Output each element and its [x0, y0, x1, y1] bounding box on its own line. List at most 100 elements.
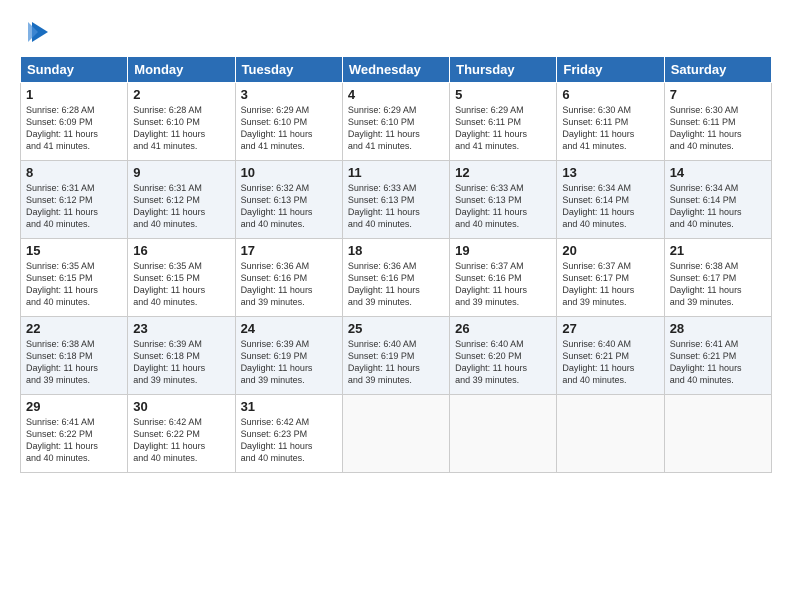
calendar-cell — [450, 395, 557, 473]
day-info: Sunrise: 6:40 AM Sunset: 6:21 PM Dayligh… — [562, 338, 658, 387]
day-number: 12 — [455, 165, 551, 180]
day-number: 31 — [241, 399, 337, 414]
day-info: Sunrise: 6:33 AM Sunset: 6:13 PM Dayligh… — [348, 182, 444, 231]
calendar-cell: 29 Sunrise: 6:41 AM Sunset: 6:22 PM Dayli… — [21, 395, 128, 473]
calendar-cell: 27Sunrise: 6:40 AM Sunset: 6:21 PM Dayli… — [557, 317, 664, 395]
day-number: 10 — [241, 165, 337, 180]
calendar-cell: 26 Sunrise: 6:40 AM Sunset: 6:20 PM Dayli… — [450, 317, 557, 395]
calendar-cell: 5 Sunrise: 6:29 AM Sunset: 6:11 PM Daylig… — [450, 83, 557, 161]
day-number: 7 — [670, 87, 766, 102]
day-info: Sunrise: 6:33 AM Sunset: 6:13 PM Dayligh… — [455, 182, 551, 231]
day-info: Sunrise: 6:29 AM Sunset: 6:11 PM Dayligh… — [455, 104, 551, 153]
calendar-cell: 11 Sunrise: 6:33 AM Sunset: 6:13 PM Dayli… — [342, 161, 449, 239]
calendar-cell: 12 Sunrise: 6:33 AM Sunset: 6:13 PM Dayli… — [450, 161, 557, 239]
day-number: 11 — [348, 165, 444, 180]
day-number: 2 — [133, 87, 229, 102]
day-of-week-header: Monday — [128, 57, 235, 83]
day-number: 28 — [670, 321, 766, 336]
calendar-week-row: 22 Sunrise: 6:38 AM Sunset: 6:18 PM Dayli… — [21, 317, 772, 395]
day-number: 15 — [26, 243, 122, 258]
day-info: Sunrise: 6:40 AM Sunset: 6:19 PM Dayligh… — [348, 338, 444, 387]
calendar-cell: 20 Sunrise: 6:37 AM Sunset: 6:17 PM Dayli… — [557, 239, 664, 317]
day-info: Sunrise: 6:39 AM Sunset: 6:19 PM Dayligh… — [241, 338, 337, 387]
day-number: 16 — [133, 243, 229, 258]
day-info: Sunrise: 6:38 AM Sunset: 6:18 PM Dayligh… — [26, 338, 122, 387]
calendar-cell: 3Sunrise: 6:29 AM Sunset: 6:10 PM Daylig… — [235, 83, 342, 161]
day-number: 29 — [26, 399, 122, 414]
calendar-cell: 22 Sunrise: 6:38 AM Sunset: 6:18 PM Dayli… — [21, 317, 128, 395]
day-info: Sunrise: 6:32 AM Sunset: 6:13 PM Dayligh… — [241, 182, 337, 231]
day-info: Sunrise: 6:29 AM Sunset: 6:10 PM Dayligh… — [241, 104, 337, 153]
day-number: 30 — [133, 399, 229, 414]
day-number: 9 — [133, 165, 229, 180]
day-info: Sunrise: 6:29 AM Sunset: 6:10 PM Dayligh… — [348, 104, 444, 153]
day-info: Sunrise: 6:40 AM Sunset: 6:20 PM Dayligh… — [455, 338, 551, 387]
calendar-header-row: SundayMondayTuesdayWednesdayThursdayFrid… — [21, 57, 772, 83]
calendar-cell: 15 Sunrise: 6:35 AM Sunset: 6:15 PM Dayli… — [21, 239, 128, 317]
calendar-cell: 25 Sunrise: 6:40 AM Sunset: 6:19 PM Dayli… — [342, 317, 449, 395]
day-of-week-header: Tuesday — [235, 57, 342, 83]
day-of-week-header: Friday — [557, 57, 664, 83]
calendar-week-row: 15 Sunrise: 6:35 AM Sunset: 6:15 PM Dayli… — [21, 239, 772, 317]
day-number: 24 — [241, 321, 337, 336]
day-of-week-header: Sunday — [21, 57, 128, 83]
calendar-cell — [664, 395, 771, 473]
calendar-cell: 24 Sunrise: 6:39 AM Sunset: 6:19 PM Dayli… — [235, 317, 342, 395]
calendar-cell: 14 Sunrise: 6:34 AM Sunset: 6:14 PM Dayli… — [664, 161, 771, 239]
calendar-cell: 16 Sunrise: 6:35 AM Sunset: 6:15 PM Dayli… — [128, 239, 235, 317]
logo — [20, 18, 52, 46]
calendar-cell: 19 Sunrise: 6:37 AM Sunset: 6:16 PM Dayli… — [450, 239, 557, 317]
day-number: 1 — [26, 87, 122, 102]
day-number: 18 — [348, 243, 444, 258]
day-info: Sunrise: 6:28 AM Sunset: 6:09 PM Dayligh… — [26, 104, 122, 153]
day-info: Sunrise: 6:37 AM Sunset: 6:17 PM Dayligh… — [562, 260, 658, 309]
calendar-week-row: 8 Sunrise: 6:31 AM Sunset: 6:12 PM Daylig… — [21, 161, 772, 239]
day-number: 26 — [455, 321, 551, 336]
day-info: Sunrise: 6:30 AM Sunset: 6:11 PM Dayligh… — [562, 104, 658, 153]
day-number: 8 — [26, 165, 122, 180]
calendar-cell: 23 Sunrise: 6:39 AM Sunset: 6:18 PM Dayli… — [128, 317, 235, 395]
calendar-cell: 8Sunrise: 6:31 AM Sunset: 6:12 PM Daylig… — [21, 161, 128, 239]
day-number: 13 — [562, 165, 658, 180]
calendar-cell — [342, 395, 449, 473]
day-number: 17 — [241, 243, 337, 258]
day-of-week-header: Wednesday — [342, 57, 449, 83]
day-number: 14 — [670, 165, 766, 180]
day-info: Sunrise: 6:38 AM Sunset: 6:17 PM Dayligh… — [670, 260, 766, 309]
day-info: Sunrise: 6:35 AM Sunset: 6:15 PM Dayligh… — [133, 260, 229, 309]
day-number: 25 — [348, 321, 444, 336]
calendar-cell: 10 Sunrise: 6:32 AM Sunset: 6:13 PM Dayli… — [235, 161, 342, 239]
day-info: Sunrise: 6:42 AM Sunset: 6:22 PM Dayligh… — [133, 416, 229, 465]
day-number: 23 — [133, 321, 229, 336]
day-info: Sunrise: 6:31 AM Sunset: 6:12 PM Dayligh… — [133, 182, 229, 231]
day-info: Sunrise: 6:35 AM Sunset: 6:15 PM Dayligh… — [26, 260, 122, 309]
calendar-cell: 6 Sunrise: 6:30 AM Sunset: 6:11 PM Daylig… — [557, 83, 664, 161]
day-info: Sunrise: 6:34 AM Sunset: 6:14 PM Dayligh… — [670, 182, 766, 231]
day-info: Sunrise: 6:36 AM Sunset: 6:16 PM Dayligh… — [241, 260, 337, 309]
calendar-cell: 31 Sunrise: 6:42 AM Sunset: 6:23 PM Dayli… — [235, 395, 342, 473]
day-of-week-header: Thursday — [450, 57, 557, 83]
day-number: 22 — [26, 321, 122, 336]
day-info: Sunrise: 6:41 AM Sunset: 6:22 PM Dayligh… — [26, 416, 122, 465]
calendar-cell: 17 Sunrise: 6:36 AM Sunset: 6:16 PM Dayli… — [235, 239, 342, 317]
calendar-cell: 4Sunrise: 6:29 AM Sunset: 6:10 PM Daylig… — [342, 83, 449, 161]
calendar-cell: 1 Sunrise: 6:28 AM Sunset: 6:09 PM Daylig… — [21, 83, 128, 161]
day-number: 19 — [455, 243, 551, 258]
day-info: Sunrise: 6:37 AM Sunset: 6:16 PM Dayligh… — [455, 260, 551, 309]
calendar-week-row: 1 Sunrise: 6:28 AM Sunset: 6:09 PM Daylig… — [21, 83, 772, 161]
day-info: Sunrise: 6:34 AM Sunset: 6:14 PM Dayligh… — [562, 182, 658, 231]
day-info: Sunrise: 6:36 AM Sunset: 6:16 PM Dayligh… — [348, 260, 444, 309]
day-number: 20 — [562, 243, 658, 258]
day-info: Sunrise: 6:28 AM Sunset: 6:10 PM Dayligh… — [133, 104, 229, 153]
day-info: Sunrise: 6:39 AM Sunset: 6:18 PM Dayligh… — [133, 338, 229, 387]
day-info: Sunrise: 6:42 AM Sunset: 6:23 PM Dayligh… — [241, 416, 337, 465]
day-number: 5 — [455, 87, 551, 102]
day-number: 6 — [562, 87, 658, 102]
day-info: Sunrise: 6:41 AM Sunset: 6:21 PM Dayligh… — [670, 338, 766, 387]
calendar-table: SundayMondayTuesdayWednesdayThursdayFrid… — [20, 56, 772, 473]
calendar-cell: 28 Sunrise: 6:41 AM Sunset: 6:21 PM Dayli… — [664, 317, 771, 395]
calendar-cell: 30 Sunrise: 6:42 AM Sunset: 6:22 PM Dayli… — [128, 395, 235, 473]
calendar-cell: 21Sunrise: 6:38 AM Sunset: 6:17 PM Dayli… — [664, 239, 771, 317]
calendar-cell: 2 Sunrise: 6:28 AM Sunset: 6:10 PM Daylig… — [128, 83, 235, 161]
calendar-cell: 18 Sunrise: 6:36 AM Sunset: 6:16 PM Dayli… — [342, 239, 449, 317]
